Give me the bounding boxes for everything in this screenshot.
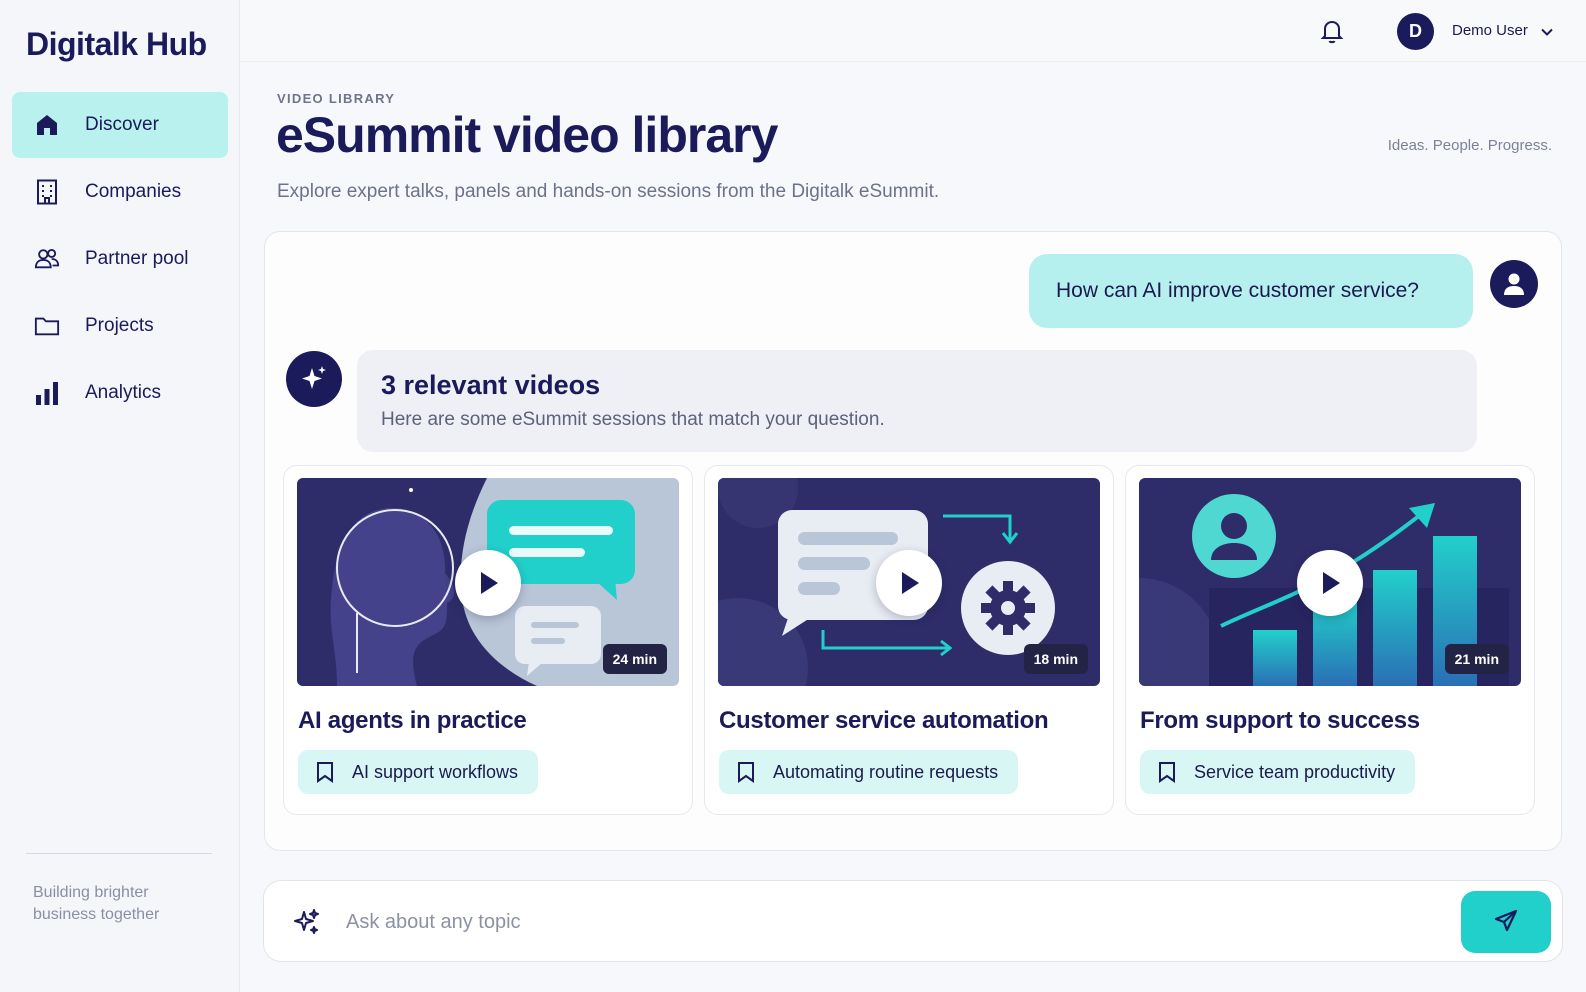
sidebar-item-label: Analytics (85, 382, 162, 403)
user-avatar-icon (1490, 260, 1538, 308)
video-card[interactable]: 18 min Customer service automation Autom… (704, 465, 1114, 815)
bookmark-icon (316, 761, 336, 783)
video-tag-label: Automating routine requests (773, 761, 999, 782)
sidebar-tagline: Building brighter business together (33, 884, 160, 923)
video-title[interactable]: From support to success (1140, 707, 1420, 735)
sparkle-icon (286, 351, 342, 407)
ai-response: 3 relevant videos Here are some eSummit … (357, 350, 1477, 452)
play-button[interactable] (1297, 550, 1363, 616)
bell-icon[interactable] (1318, 17, 1346, 45)
sidebar-item-label: Companies (85, 181, 182, 202)
bookmark-icon (737, 761, 757, 783)
send-icon (1493, 908, 1519, 937)
video-title[interactable]: AI agents in practice (298, 707, 527, 735)
bar-chart-icon (34, 380, 60, 406)
play-button[interactable] (455, 550, 521, 616)
ai-response-title: 3 relevant videos (381, 370, 601, 400)
sidebar-divider (26, 853, 212, 854)
video-thumbnail[interactable]: 24 min (297, 478, 679, 686)
video-thumbnail[interactable]: 18 min (718, 478, 1100, 686)
sidebar-item-label: Discover (85, 114, 159, 135)
chat-composer (263, 880, 1563, 962)
users-icon (34, 246, 60, 272)
video-card-list: 24 min AI agents in practice AI support … (283, 465, 1544, 815)
folder-icon (34, 313, 60, 339)
bookmark-icon (1158, 761, 1178, 783)
sidebar-item-projects[interactable]: Projects (12, 293, 228, 359)
video-tag[interactable]: Automating routine requests (719, 750, 1019, 794)
sparkle-icon (292, 907, 322, 937)
app-logo[interactable]: Digitalk Hub (26, 26, 207, 63)
building-icon (34, 179, 60, 205)
video-tag[interactable]: AI support workflows (298, 750, 539, 794)
video-tag-label: AI support workflows (352, 761, 519, 782)
video-title[interactable]: Customer service automation (719, 707, 1049, 735)
page-subtitle: Explore expert talks, panels and hands-o… (277, 181, 940, 202)
home-icon (34, 112, 60, 138)
video-tag[interactable]: Service team productivity (1140, 750, 1416, 794)
page-slogan: Ideas. People. Progress. (1387, 137, 1552, 154)
play-button[interactable] (876, 550, 942, 616)
ai-response-text: Here are some eSummit sessions that matc… (381, 409, 885, 430)
video-tag-label: Service team productivity (1194, 761, 1396, 782)
page-title: eSummit video library (276, 107, 778, 163)
sidebar-item-discover[interactable]: Discover (12, 92, 228, 158)
top-bar: D Demo User (240, 0, 1586, 62)
sidebar-nav: Discover Companies Partner pool Projects… (12, 92, 228, 427)
sidebar-item-label: Partner pool (85, 248, 189, 269)
sidebar-item-analytics[interactable]: Analytics (12, 360, 228, 426)
page-eyebrow: VIDEO LIBRARY (277, 91, 396, 106)
video-card[interactable]: 21 min From support to success Service t… (1125, 465, 1535, 815)
sidebar-item-partner-pool[interactable]: Partner pool (12, 226, 228, 292)
chevron-down-icon[interactable] (1539, 24, 1555, 40)
user-name[interactable]: Demo User (1452, 22, 1528, 39)
user-message: How can AI improve customer service? (1029, 254, 1473, 328)
ask-input[interactable] (346, 900, 1426, 944)
video-duration: 18 min (1023, 644, 1088, 674)
video-duration: 24 min (602, 644, 667, 674)
sidebar-item-companies[interactable]: Companies (12, 159, 228, 225)
video-card[interactable]: 24 min AI agents in practice AI support … (283, 465, 693, 815)
video-thumbnail[interactable]: 21 min (1139, 478, 1521, 686)
user-avatar[interactable]: D (1397, 13, 1434, 50)
sidebar: Digitalk Hub Discover Companies Partner … (0, 0, 240, 992)
chat-panel: How can AI improve customer service? 3 r… (264, 231, 1562, 851)
sidebar-item-label: Projects (85, 315, 154, 336)
video-duration: 21 min (1444, 644, 1509, 674)
send-button[interactable] (1461, 891, 1551, 953)
